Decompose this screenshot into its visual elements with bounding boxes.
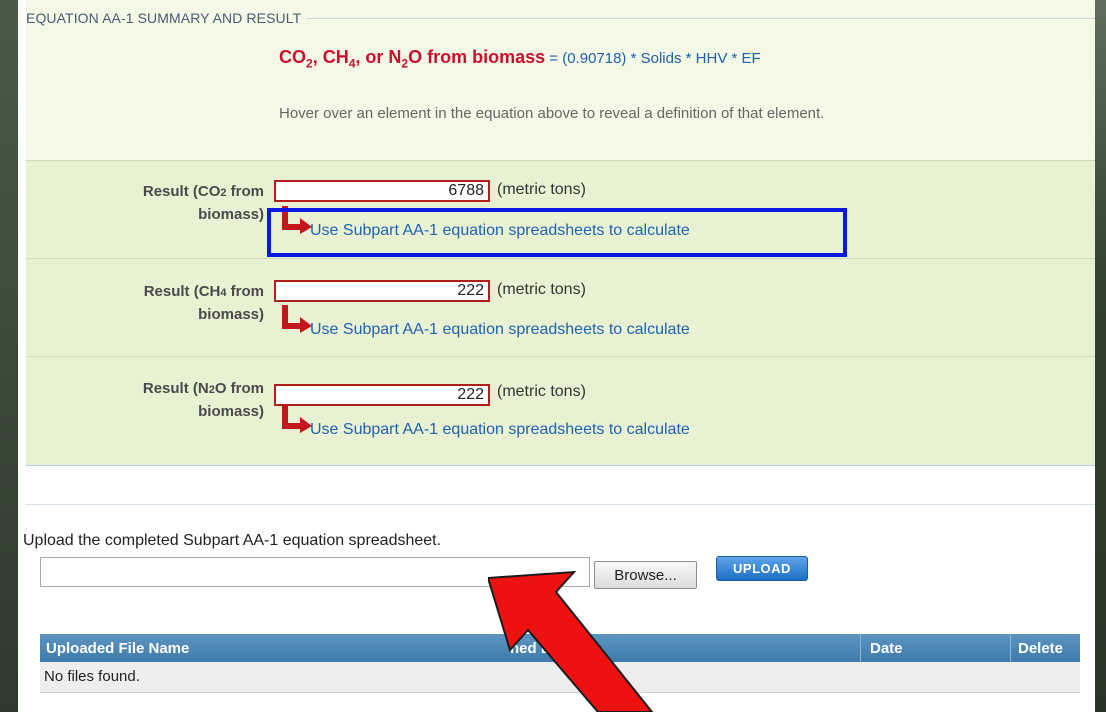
result-input-ch4[interactable] <box>274 280 490 302</box>
result-input-co2[interactable] <box>274 180 490 202</box>
result-label-co2: Result (CO2 from biomass) <box>142 183 264 223</box>
empty-table-message: No files found. <box>44 668 140 685</box>
column-divider <box>1010 634 1011 662</box>
screenshot-panel: EQUATION AA-1 SUMMARY AND RESULT CO2, CH… <box>18 0 1095 712</box>
upload-instructions: Upload the completed Subpart AA-1 equati… <box>23 532 442 549</box>
result-label-ch4: Result (CH4 from biomass) <box>143 283 264 323</box>
equation-hint: Hover over an element in the equation ab… <box>279 105 825 122</box>
units-label: (metric tons) <box>497 281 586 298</box>
units-label: (metric tons) <box>497 383 586 400</box>
equation-operator: * <box>681 50 696 67</box>
equation: CO2, CH4, or N2O from biomass = (0.90718… <box>279 47 761 71</box>
equation-term-hhv[interactable]: HHV <box>696 50 728 67</box>
equation-operator: * <box>727 50 742 67</box>
equation-term-ef[interactable]: EF <box>742 50 761 67</box>
column-header-date[interactable]: Date <box>870 640 903 657</box>
spreadsheet-link-n2o[interactable]: Use Subpart AA-1 equation spreadsheets t… <box>310 421 690 439</box>
background-right <box>1095 0 1106 712</box>
result-label-n2o: Result (N2O from biomass) <box>142 380 264 420</box>
column-header-delete: Delete <box>1018 640 1064 657</box>
spreadsheet-link-ch4[interactable]: Use Subpart AA-1 equation spreadsheets t… <box>310 321 690 339</box>
highlight-box <box>267 208 847 257</box>
return-arrow-icon <box>282 305 312 333</box>
return-arrow-icon <box>282 405 312 433</box>
equation-left-side[interactable]: CO2, CH4, or N2O from biomass <box>279 47 545 71</box>
equation-equals: = <box>545 50 563 67</box>
column-header-file-name[interactable]: Uploaded File Name <box>46 640 189 657</box>
equation-term-solids[interactable]: Solids <box>641 50 682 67</box>
fieldset-legend: EQUATION AA-1 SUMMARY AND RESULT <box>26 10 308 26</box>
units-label: (metric tons) <box>497 181 586 198</box>
column-divider <box>860 634 861 662</box>
upload-button[interactable]: UPLOAD <box>716 556 808 581</box>
equation-factor[interactable]: (0.90718) <box>562 50 626 67</box>
annotation-arrow-icon <box>488 570 654 712</box>
background-left <box>0 0 18 712</box>
section-divider <box>26 504 1095 505</box>
equation-operator: * <box>626 50 641 67</box>
